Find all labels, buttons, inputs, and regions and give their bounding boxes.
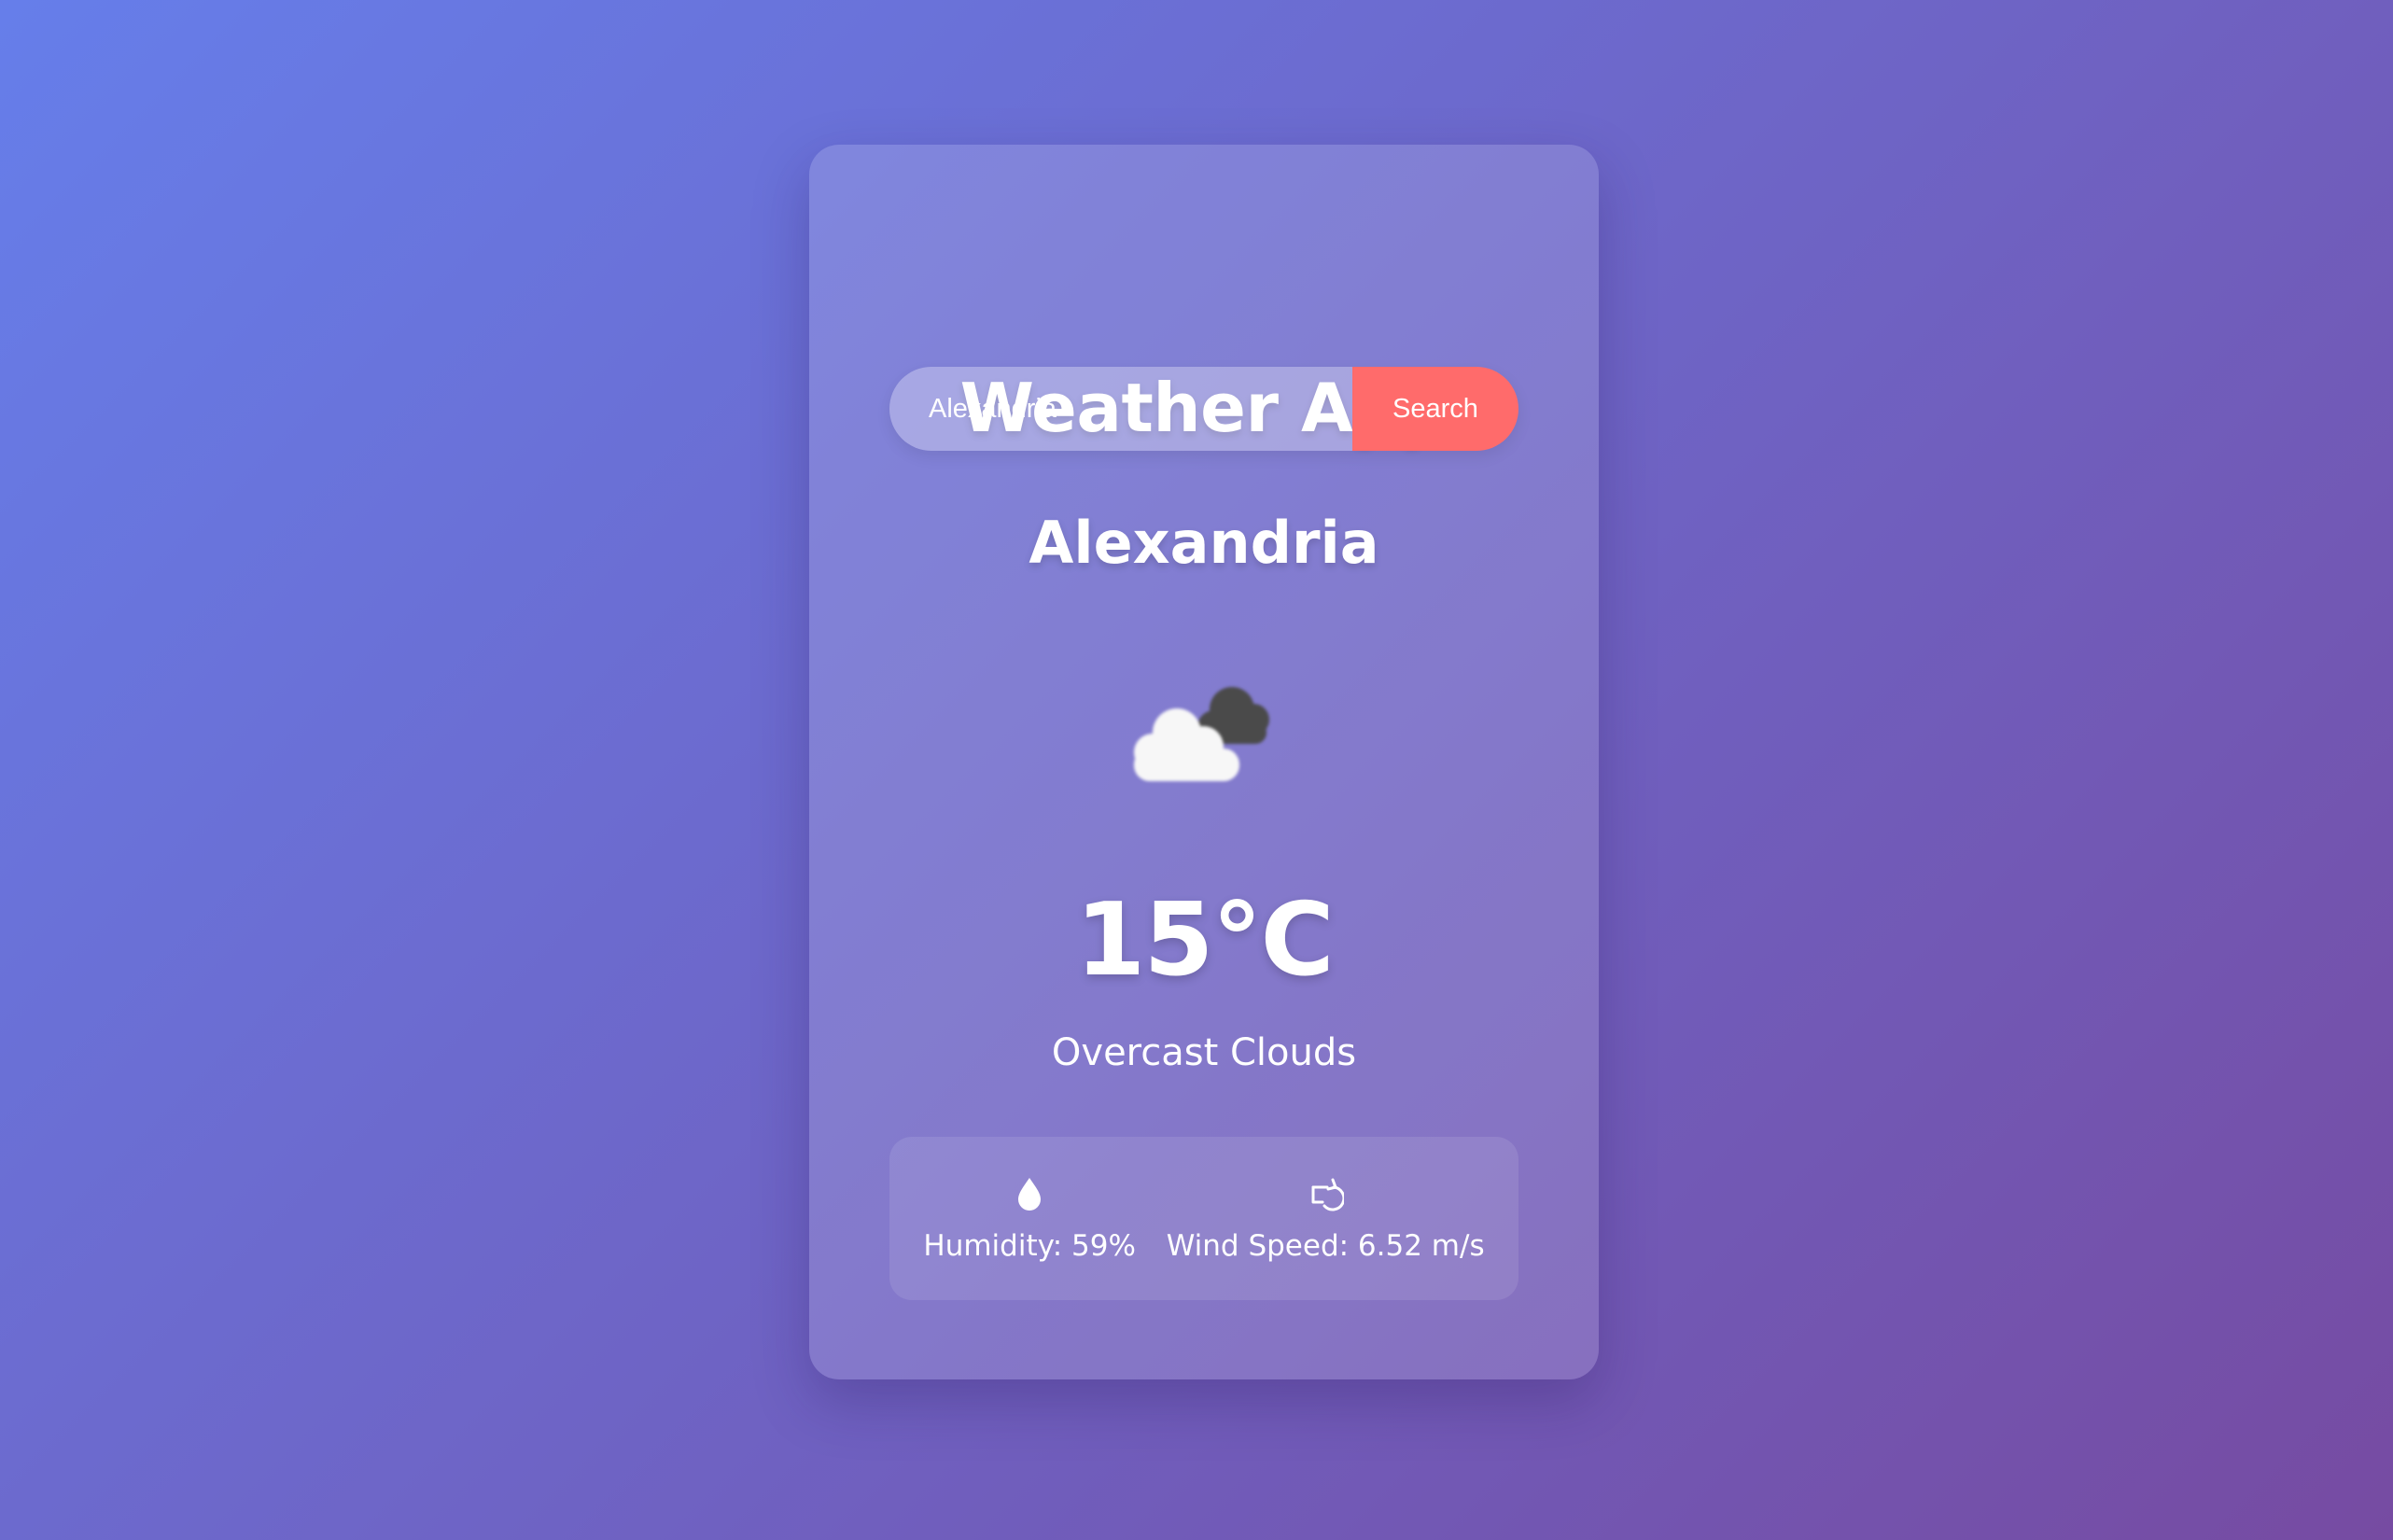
weather-card: Weather App Search Alexandria 15°C Overc… — [809, 145, 1599, 1379]
humidity-detail: Humidity: 59% — [923, 1175, 1136, 1263]
droplet-icon — [1018, 1177, 1042, 1211]
city-name: Alexandria — [1029, 509, 1379, 577]
overcast-clouds-icon — [1134, 687, 1269, 781]
city-search-input[interactable] — [889, 367, 1352, 451]
wind-speed-label: Wind Speed: 6.52 m/s — [1166, 1228, 1485, 1263]
search-button[interactable]: Search — [1352, 367, 1518, 451]
search-box: Search — [889, 367, 1518, 451]
wind-rotate-icon — [1311, 1178, 1345, 1211]
weather-details: Humidity: 59% Wind Speed: 6.52 m/s — [889, 1137, 1518, 1300]
wind-detail: Wind Speed: 6.52 m/s — [1167, 1175, 1485, 1263]
temperature: 15°C — [1075, 882, 1335, 999]
humidity-label: Humidity: 59% — [923, 1228, 1136, 1263]
weather-description: Overcast Clouds — [1051, 1031, 1357, 1074]
